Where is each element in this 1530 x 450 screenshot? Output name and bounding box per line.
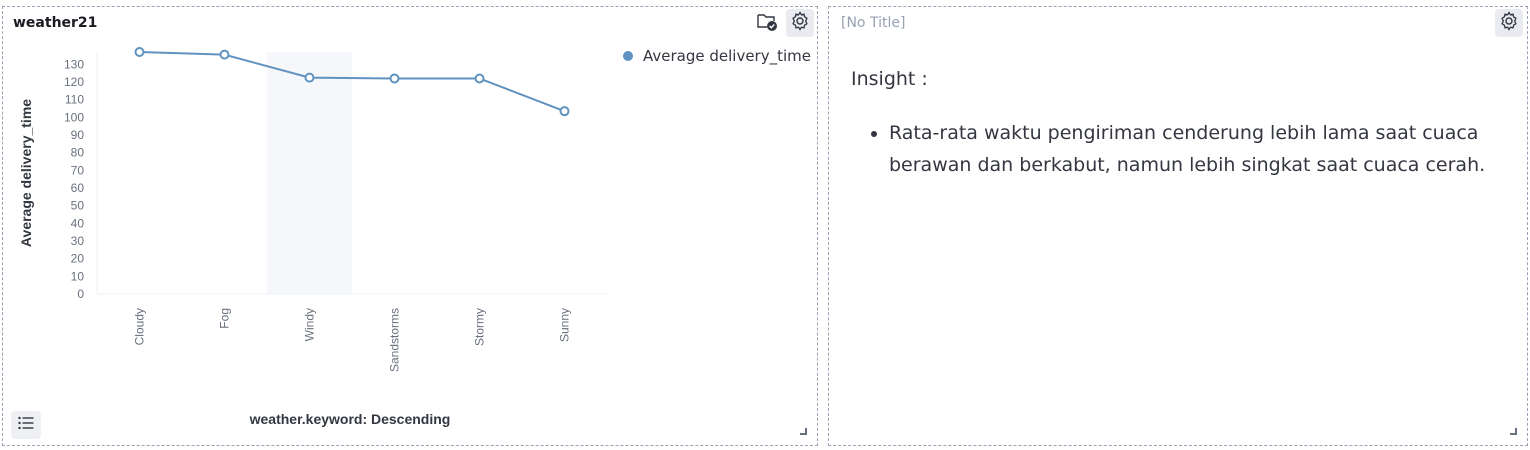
y-tick-label: 130	[64, 57, 84, 71]
panel-options-button[interactable]	[786, 9, 814, 37]
insight-bullet: Rata-rata waktu pengiriman cenderung leb…	[889, 117, 1491, 181]
legend-toggle-button[interactable]	[11, 411, 41, 439]
insight-heading: Insight :	[851, 68, 928, 90]
resize-handle[interactable]	[800, 428, 807, 435]
y-tick-label: 30	[71, 234, 85, 248]
y-tick-label: 40	[71, 216, 85, 230]
x-tick-label: Sunny	[558, 308, 572, 342]
y-tick-label: 10	[71, 269, 85, 283]
y-tick-label: 110	[65, 93, 84, 107]
data-point	[304, 72, 315, 83]
gear-icon	[790, 10, 810, 36]
chart-panel: weather21 Average delivery_time 0 10 20 30 4…	[2, 6, 818, 446]
markdown-panel: [No Title] Insight : Rata-rata waktu pen…	[828, 6, 1528, 446]
markdown-content: Insight : Rata-rata waktu pengiriman cen…	[851, 63, 1491, 181]
x-tick-label: Cloudy	[133, 308, 147, 345]
line-chart: 0 10 20 30 40 50 60 70 80 90 100 110 120 130 Cloudy Fog…	[18, 47, 607, 427]
saved-object-button[interactable]	[753, 9, 781, 37]
panel-title: weather21	[13, 15, 98, 31]
y-axis-title: Average delivery_time	[18, 99, 34, 247]
y-tick-label: 70	[71, 163, 85, 177]
y-tick-label: 100	[64, 110, 84, 124]
y-tick-label: 20	[71, 252, 85, 266]
y-tick-label: 50	[71, 199, 85, 213]
gear-icon	[1499, 10, 1519, 36]
y-tick-label: 120	[64, 75, 84, 89]
panel-options-button[interactable]	[1495, 9, 1523, 37]
x-tick-label: Windy	[303, 308, 317, 341]
x-axis-title: weather.keyword: Descending	[249, 411, 451, 427]
data-point	[474, 73, 485, 84]
legend-series-dot	[623, 51, 633, 61]
x-tick-label: Sandstorms	[388, 308, 402, 372]
highlight-band	[267, 52, 352, 294]
insight-list: Rata-rata waktu pengiriman cenderung leb…	[851, 117, 1491, 181]
chart-legend[interactable]: Average delivery_time	[623, 47, 811, 65]
data-point	[219, 49, 230, 60]
resize-handle[interactable]	[1510, 428, 1517, 435]
x-tick-label: Fog	[218, 308, 232, 329]
x-tick-label: Stormy	[473, 308, 487, 346]
data-point	[389, 73, 400, 84]
data-point	[134, 47, 145, 57]
y-tick-label: 60	[71, 181, 85, 195]
y-tick-label: 80	[71, 146, 85, 160]
data-point	[559, 106, 570, 117]
y-tick-label: 90	[71, 128, 85, 142]
folder-check-icon	[756, 10, 778, 37]
legend-series-label: Average delivery_time	[643, 47, 811, 65]
y-tick-label: 0	[77, 287, 84, 301]
panel-title: [No Title]	[841, 15, 906, 31]
list-icon	[18, 416, 34, 435]
